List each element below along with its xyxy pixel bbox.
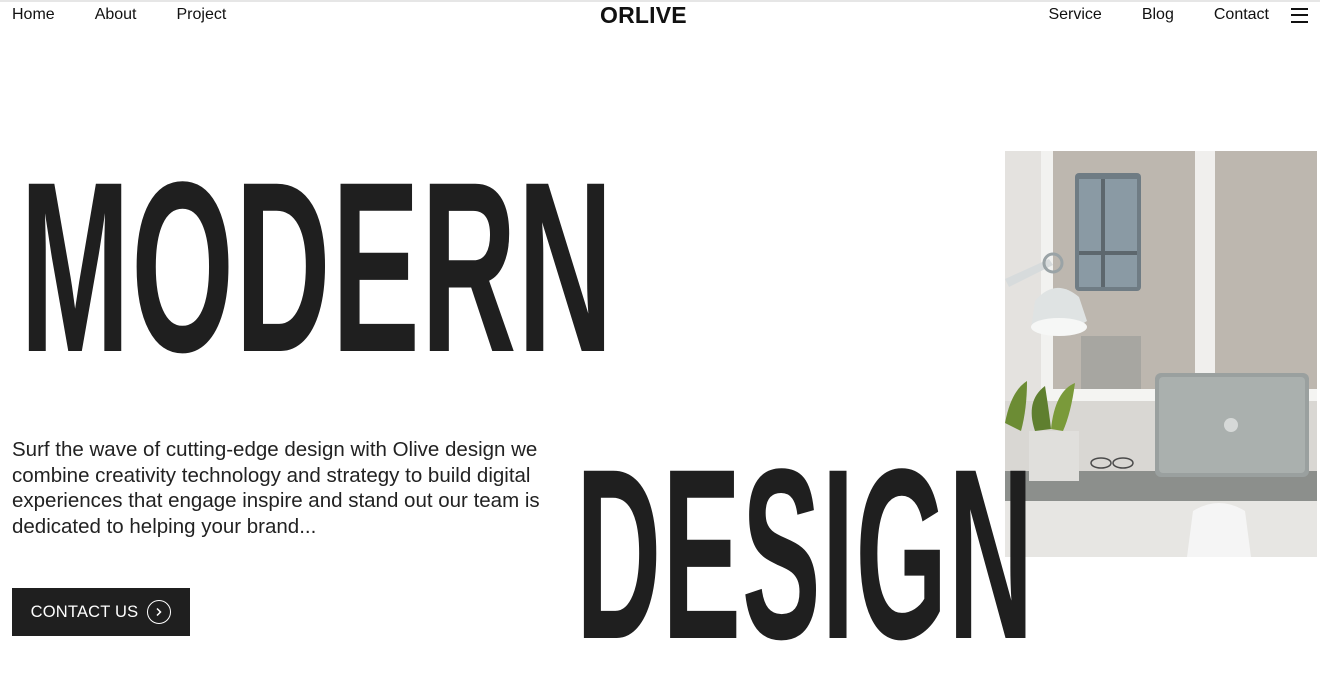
- nav-link-service[interactable]: Service: [1048, 6, 1101, 24]
- nav-link-project[interactable]: Project: [177, 6, 227, 24]
- nav-link-blog[interactable]: Blog: [1142, 6, 1174, 24]
- landing-page: Home About Project ORLIVE Service Blog C…: [0, 0, 1320, 686]
- site-logo[interactable]: ORLIVE: [600, 2, 687, 29]
- headline-design: DESIGN: [576, 418, 1035, 686]
- contact-us-label: CONTACT US: [30, 602, 139, 621]
- hamburger-menu-icon[interactable]: [1291, 7, 1308, 23]
- hero-photo: [1005, 151, 1317, 557]
- chevron-right-circle-icon: [147, 600, 172, 624]
- contact-us-button[interactable]: CONTACT US: [12, 588, 190, 636]
- primary-nav-right: Service Blog Contact: [1008, 6, 1308, 24]
- primary-nav-left: Home About Project: [12, 6, 266, 24]
- headline-modern: MODERN: [20, 131, 615, 404]
- nav-link-home[interactable]: Home: [12, 6, 55, 24]
- hero-intro-paragraph: Surf the wave of cutting-edge design wit…: [12, 438, 540, 538]
- nav-link-contact[interactable]: Contact: [1214, 6, 1269, 24]
- nav-link-about[interactable]: About: [95, 6, 137, 24]
